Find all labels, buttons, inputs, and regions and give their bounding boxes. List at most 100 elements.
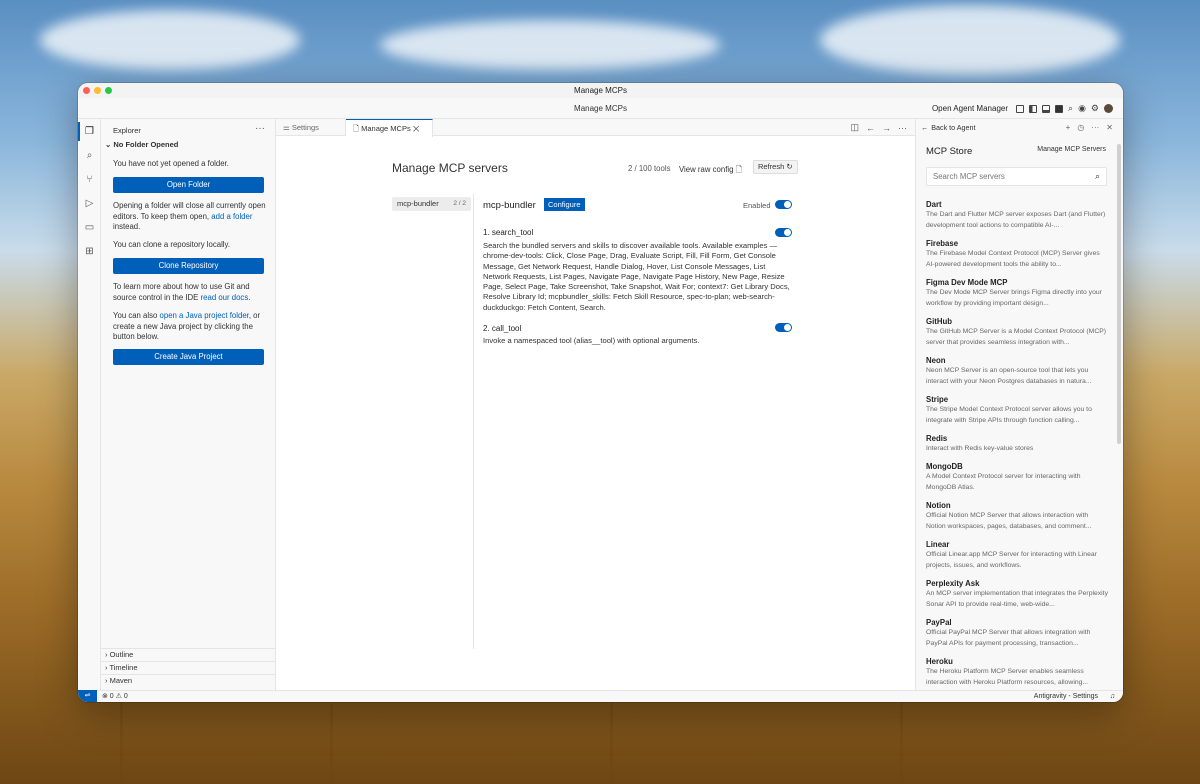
chrome-icon[interactable]: ◉ — [1078, 104, 1086, 113]
background-wheat — [120, 694, 123, 784]
view-raw-config-link[interactable]: View raw config 🗋 — [679, 164, 742, 177]
store-item-name: Redis — [926, 434, 948, 443]
close-icon[interactable]: ✕ — [1106, 123, 1113, 132]
refresh-label: Refresh — [758, 162, 785, 171]
toggle-panel-icon[interactable] — [1042, 104, 1051, 113]
server-tool-count: 2 / 2 — [453, 200, 466, 207]
store-item-desc: A Model Context Protocol server for inte… — [926, 473, 1081, 491]
tool-description: Invoke a namespaced tool (alias__tool) w… — [483, 336, 700, 345]
scrollbar[interactable] — [1117, 144, 1121, 444]
more-actions-icon[interactable]: ··· — [1091, 123, 1099, 132]
store-item-name: Linear — [926, 540, 950, 549]
configure-button[interactable]: Configure — [544, 198, 585, 211]
store-item[interactable]: Linear Official Linear.app MCP Server for… — [926, 539, 1109, 571]
add-folder-link[interactable]: add a folder — [211, 212, 252, 221]
search-placeholder: Search MCP servers — [933, 172, 1005, 181]
maven-section[interactable]: › Maven — [101, 674, 275, 687]
command-bar: Manage MCPs Open Agent Manager ⌕ ◉ ⚙ — [78, 98, 1123, 119]
divider — [473, 194, 474, 649]
history-icon[interactable]: ◷ — [1077, 123, 1084, 132]
gear-icon[interactable]: ⚙ — [1091, 104, 1099, 113]
store-item-name: Neon — [926, 356, 946, 365]
tool-description: Search the bundled servers and skills to… — [483, 241, 790, 312]
open-folder-button[interactable]: Open Folder — [113, 177, 264, 193]
store-item[interactable]: MongoDB A Model Context Protocol server f… — [926, 461, 1109, 493]
account-avatar[interactable] — [1104, 104, 1113, 113]
tab-label: Settings — [291, 123, 319, 132]
tool-enabled-toggle[interactable] — [775, 323, 792, 332]
activity-bar: ❐ ⌕ ⑂ ▷ ▭ ⊞ — [78, 119, 101, 690]
source-control-icon[interactable]: ⑂ — [83, 173, 96, 186]
remote-explorer-icon[interactable]: ▭ — [83, 221, 96, 234]
toggle-primary-sidebar-icon[interactable] — [1029, 104, 1038, 113]
bell-icon[interactable]: ♫ — [1110, 691, 1115, 702]
minimize-window-button[interactable] — [94, 87, 101, 94]
panel-actions: + ◷ ··· ✕ — [1066, 119, 1113, 136]
store-item-desc: The GitHub MCP Server is a Model Context… — [926, 328, 1107, 346]
store-item[interactable]: Perplexity Ask An MCP server implementati… — [926, 578, 1109, 610]
problems-indicator[interactable]: ⊗ 0 ⚠ 0 — [102, 691, 128, 702]
close-window-button[interactable] — [83, 87, 90, 94]
store-item-desc: Official PayPal MCP Server that allows i… — [926, 629, 1091, 647]
store-item[interactable]: Firebase The Firebase Model Context Proto… — [926, 238, 1109, 270]
store-item[interactable]: Redis Interact with Redis key-value store… — [926, 433, 1109, 455]
server-enabled-toggle[interactable] — [775, 200, 792, 209]
store-item[interactable]: Heroku The Heroku Platform MCP Server ena… — [926, 656, 1109, 688]
store-item[interactable]: Neon Neon MCP Server is an open-source to… — [926, 355, 1109, 387]
customize-layout-icon[interactable] — [1016, 104, 1025, 113]
java-text: You can also open a Java project folder,… — [113, 311, 268, 343]
outline-section[interactable]: › Outline — [101, 648, 275, 661]
store-item-desc: An MCP server implementation that integr… — [926, 590, 1108, 608]
manage-mcp-servers-link[interactable]: Manage MCP Servers — [1037, 146, 1106, 153]
close-tab-icon[interactable]: ✕ — [413, 124, 419, 133]
open-java-folder-link[interactable]: open a Java project folder — [160, 311, 249, 320]
server-name: mcp-bundler — [483, 200, 536, 211]
store-item-desc: Neon MCP Server is an open-source tool t… — [926, 367, 1092, 385]
read-docs-link[interactable]: read our docs — [201, 293, 249, 302]
server-list-item[interactable]: mcp-bundler 2 / 2 — [392, 197, 471, 211]
tab-settings[interactable]: ⚌ Settings — [276, 119, 346, 136]
add-icon[interactable]: + — [1066, 123, 1071, 132]
tool-enabled-toggle[interactable] — [775, 228, 792, 237]
store-item[interactable]: Notion Official Notion MCP Server that al… — [926, 500, 1109, 532]
status-bar: ⇌ ⊗ 0 ⚠ 0 Antigravity - Settings ♫ — [78, 690, 1123, 702]
background-cloud — [820, 5, 1120, 75]
store-item[interactable]: Dart The Dart and Flutter MCP server expo… — [926, 199, 1109, 231]
status-settings[interactable]: Antigravity - Settings — [1034, 691, 1098, 702]
store-item[interactable]: Stripe The Stripe Model Context Protocol … — [926, 394, 1109, 426]
more-actions-icon[interactable]: ··· — [898, 123, 907, 133]
store-item-desc: Official Notion MCP Server that allows i… — [926, 512, 1092, 530]
store-item[interactable]: PayPal Official PayPal MCP Server that al… — [926, 617, 1109, 649]
more-actions-icon[interactable]: ··· — [255, 123, 265, 134]
remote-icon[interactable]: ⇌ — [78, 690, 97, 702]
tool-name: 1. search_tool — [483, 228, 534, 237]
store-item-desc: The Stripe Model Context Protocol server… — [926, 406, 1092, 424]
open-agent-manager-button[interactable]: Open Agent Manager — [932, 104, 1008, 113]
clone-repository-button[interactable]: Clone Repository — [113, 258, 264, 274]
store-item[interactable]: Figma Dev Mode MCP The Dev Mode MCP Serve… — [926, 277, 1109, 309]
search-icon[interactable]: ⌕ — [1068, 104, 1073, 113]
search-icon[interactable]: ⌕ — [83, 149, 96, 162]
close-editors-text: Opening a folder will close all currentl… — [113, 201, 268, 233]
search-input[interactable]: Search MCP servers ⌕ — [926, 167, 1107, 186]
create-java-project-button[interactable]: Create Java Project — [113, 349, 264, 365]
run-debug-icon[interactable]: ▷ — [83, 197, 96, 210]
java-prefix: You can also — [113, 311, 158, 320]
refresh-button[interactable]: Refresh ↻ — [753, 160, 798, 174]
go-back-icon[interactable]: ← — [866, 123, 875, 133]
enabled-label: Enabled — [743, 201, 771, 210]
go-forward-icon[interactable]: → — [882, 123, 891, 133]
store-item-name: Figma Dev Mode MCP — [926, 278, 1008, 287]
toggle-secondary-sidebar-icon[interactable] — [1055, 104, 1064, 113]
tab-manage-mcps[interactable]: 🗋 Manage MCPs ✕ — [346, 119, 433, 137]
store-item[interactable]: GitHub The GitHub MCP Server is a Model C… — [926, 316, 1109, 348]
search-icon: ⌕ — [1094, 171, 1100, 181]
instead-label: instead. — [113, 222, 141, 231]
timeline-section[interactable]: › Timeline — [101, 661, 275, 674]
zoom-window-button[interactable] — [105, 87, 112, 94]
extensions-icon[interactable]: ⊞ — [83, 245, 96, 258]
files-icon[interactable]: ❐ — [78, 122, 96, 141]
background-cloud — [380, 20, 720, 70]
no-folder-section[interactable]: ⌄ No Folder Opened — [105, 140, 178, 149]
split-editor-icon[interactable]: ◫ — [850, 122, 859, 133]
